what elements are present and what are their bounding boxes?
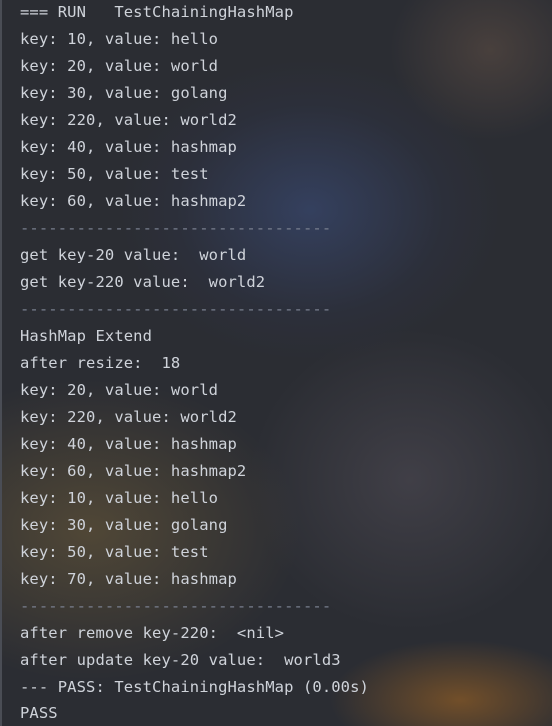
console-line: key: 20, value: world (20, 57, 219, 75)
console-line: get key-220 value: world2 (20, 273, 266, 291)
console-line: key: 50, value: test (20, 165, 209, 183)
separator-line: --------------------------------- (20, 597, 332, 615)
console-line: key: 10, value: hello (20, 30, 219, 48)
console-line-run: === RUN TestChainingHashMap (20, 3, 294, 21)
console-line: key: 30, value: golang (20, 84, 228, 102)
console-line-pass-summary: --- PASS: TestChainingHashMap (0.00s) (20, 678, 369, 696)
console-line: key: 60, value: hashmap2 (20, 192, 247, 210)
console-line: key: 220, value: world2 (20, 408, 237, 426)
console-line: get key-20 value: world (20, 246, 247, 264)
console-line: key: 220, value: world2 (20, 111, 237, 129)
console-line: HashMap Extend (20, 327, 153, 345)
console-line: key: 70, value: hashmap (20, 570, 237, 588)
console-line: key: 40, value: hashmap (20, 138, 237, 156)
console-line: key: 20, value: world (20, 381, 219, 399)
console-line: key: 60, value: hashmap2 (20, 462, 247, 480)
console-line: key: 10, value: hello (20, 489, 219, 507)
separator-line: --------------------------------- (20, 300, 332, 318)
console-output[interactable]: === RUN TestChainingHashMap key: 10, val… (0, 0, 552, 726)
console-line: key: 50, value: test (20, 543, 209, 561)
console-line-pass: PASS (20, 704, 58, 722)
console-line: after update key-20 value: world3 (20, 651, 341, 669)
console-line: key: 40, value: hashmap (20, 435, 237, 453)
console-line: after resize: 18 (20, 354, 181, 372)
separator-line: --------------------------------- (20, 219, 332, 237)
console-line: after remove key-220: <nil> (20, 624, 285, 642)
console-line: key: 30, value: golang (20, 516, 228, 534)
